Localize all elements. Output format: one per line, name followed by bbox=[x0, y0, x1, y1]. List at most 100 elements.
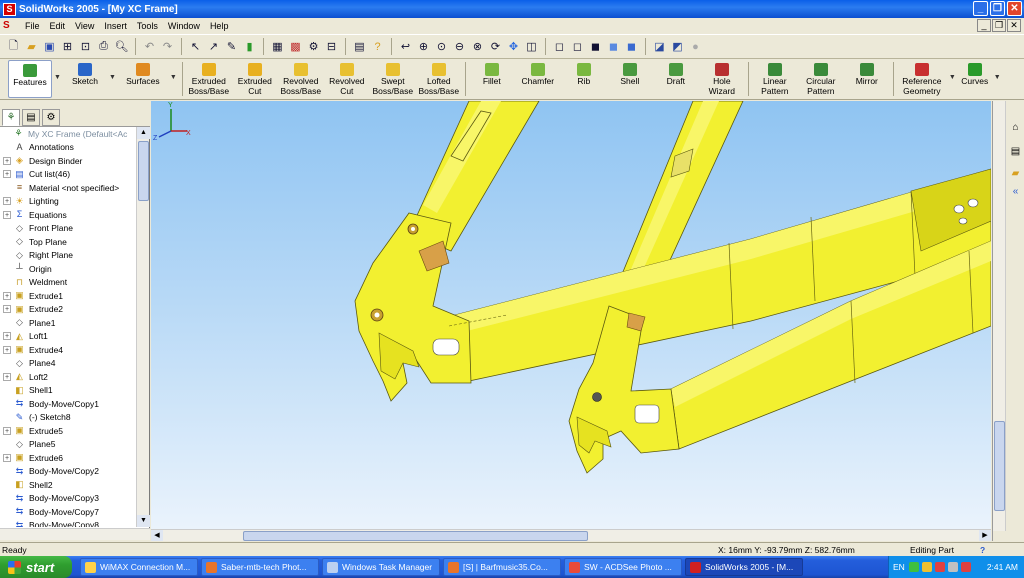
language-indicator[interactable]: EN bbox=[893, 562, 905, 572]
dropdown-arrow-icon[interactable]: ▼ bbox=[54, 60, 61, 81]
home-icon[interactable]: ⌂ bbox=[1008, 121, 1023, 135]
zoom-to-fit-icon[interactable]: ⊕ bbox=[416, 39, 431, 54]
save-icon[interactable]: ▣ bbox=[42, 39, 57, 54]
tree-item[interactable]: ◧ Shell2 bbox=[0, 478, 136, 492]
expand-plus-icon[interactable]: + bbox=[3, 453, 11, 462]
scroll-thumb[interactable] bbox=[138, 141, 149, 201]
scroll-up-arrow-icon[interactable]: ▲ bbox=[137, 127, 150, 139]
zoom-to-area-icon[interactable]: ⊙ bbox=[434, 39, 449, 54]
tree-item[interactable]: ◇ Plane4 bbox=[0, 357, 136, 371]
expand-plus-icon[interactable]: + bbox=[3, 332, 11, 341]
menu-edit[interactable]: Edit bbox=[45, 21, 71, 31]
expand-plus-icon[interactable]: + bbox=[3, 291, 11, 300]
command-extruded-boss-button[interactable]: Extruded Boss/Base bbox=[186, 60, 232, 98]
doc-restore-button[interactable]: ❐ bbox=[992, 19, 1006, 32]
start-button[interactable]: start bbox=[0, 556, 72, 578]
perspective-icon[interactable]: ◩ bbox=[670, 39, 685, 54]
expand-plus-icon[interactable]: + bbox=[3, 197, 11, 206]
select-arrow-icon[interactable]: ↖ bbox=[188, 39, 203, 54]
tree-item[interactable]: + ☀ Lighting bbox=[0, 195, 136, 209]
tree-item[interactable]: ⇆ Body-Move/Copy7 bbox=[0, 505, 136, 519]
graphics-area[interactable]: Y X Z bbox=[151, 101, 991, 529]
tree-item[interactable]: ◇ Plane5 bbox=[0, 438, 136, 452]
menu-insert[interactable]: Insert bbox=[99, 21, 132, 31]
tree-item[interactable]: ⊓ Weldment bbox=[0, 276, 136, 290]
dropdown-arrow-icon[interactable]: ▼ bbox=[170, 60, 177, 81]
rebuild-icon[interactable]: ▩ bbox=[288, 39, 303, 54]
options-icon[interactable]: ⚙ bbox=[306, 39, 321, 54]
taskbar-button[interactable]: WiMAX Connection M... bbox=[80, 558, 198, 576]
viewport-horizontal-scrollbar[interactable]: ◀ ▶ bbox=[151, 529, 991, 541]
command-draft-button[interactable]: Draft bbox=[653, 60, 699, 98]
taskbar-button[interactable]: SolidWorks 2005 - [M... bbox=[685, 558, 803, 576]
expand-plus-icon[interactable]: + bbox=[3, 170, 11, 179]
wireframe-icon[interactable]: ◻ bbox=[552, 39, 567, 54]
undo-icon[interactable]: ↶ bbox=[142, 39, 157, 54]
tree-item[interactable]: + ▤ Cut list(46) bbox=[0, 168, 136, 182]
command-linear-pattern-button[interactable]: Linear Pattern bbox=[752, 60, 798, 98]
volume-icon[interactable] bbox=[921, 562, 932, 572]
scroll-left-arrow-icon[interactable]: ◀ bbox=[151, 530, 163, 541]
redo-icon[interactable]: ↷ bbox=[160, 39, 175, 54]
command-surfaces-button[interactable]: Surfaces bbox=[118, 60, 168, 98]
feature-manager-tab[interactable]: ⚘ bbox=[2, 109, 20, 126]
make-assembly-icon[interactable]: ⊡ bbox=[78, 39, 93, 54]
tree-item[interactable]: + ◈ Design Binder bbox=[0, 154, 136, 168]
taskbar-button[interactable]: SW - ACDSee Photo ... bbox=[564, 558, 682, 576]
print-preview-icon[interactable]: 🔍︎ bbox=[114, 39, 129, 54]
expand-plus-icon[interactable]: + bbox=[3, 372, 11, 381]
tree-item[interactable]: + Σ Equations bbox=[0, 208, 136, 222]
tree-item[interactable]: A Annotations bbox=[0, 141, 136, 155]
minimize-button[interactable]: _ bbox=[973, 1, 988, 16]
tree-item[interactable]: + ◭ Loft1 bbox=[0, 330, 136, 344]
view-orientation-icon[interactable]: ◫ bbox=[524, 39, 539, 54]
tree-item[interactable]: ◇ Front Plane bbox=[0, 222, 136, 236]
menu-file[interactable]: File bbox=[20, 21, 45, 31]
tree-item[interactable]: ✎ (-) Sketch8 bbox=[0, 411, 136, 425]
command-shell-button[interactable]: Shell bbox=[607, 60, 653, 98]
menu-help[interactable]: Help bbox=[205, 21, 234, 31]
restore-button[interactable]: ❐ bbox=[990, 1, 1005, 16]
toolbox-icon[interactable]: ⊟ bbox=[324, 39, 339, 54]
scroll-thumb[interactable] bbox=[243, 531, 588, 541]
display-pane-icon[interactable]: ▤ bbox=[352, 39, 367, 54]
tree-item[interactable]: ◇ Right Plane bbox=[0, 249, 136, 263]
command-extruded-cut-button[interactable]: Extruded Cut bbox=[232, 60, 278, 98]
tree-item[interactable]: ⇆ Body-Move/Copy8 bbox=[0, 519, 136, 527]
configuration-manager-tab[interactable]: ⚙ bbox=[42, 109, 60, 126]
expand-plus-icon[interactable]: + bbox=[3, 156, 11, 165]
tray-app-icon[interactable] bbox=[947, 562, 958, 572]
help-icon[interactable]: ? bbox=[370, 39, 385, 54]
property-manager-tab[interactable]: ▤ bbox=[22, 109, 40, 126]
print-icon[interactable]: ⎙ bbox=[96, 39, 111, 54]
command-revolved-cut-button[interactable]: Revolved Cut bbox=[324, 60, 370, 98]
select-other-icon[interactable]: ↗ bbox=[206, 39, 221, 54]
tree-item[interactable]: ◧ Shell1 bbox=[0, 384, 136, 398]
doc-minimize-button[interactable]: _ bbox=[977, 19, 991, 32]
antivirus-icon[interactable] bbox=[934, 562, 945, 572]
tree-item[interactable]: ┴ Origin bbox=[0, 262, 136, 276]
tree-item[interactable]: ⚘ My XC Frame (Default<Ac bbox=[0, 127, 136, 141]
pan-icon[interactable]: ✥ bbox=[506, 39, 521, 54]
close-button[interactable]: ✕ bbox=[1007, 1, 1022, 16]
expand-plus-icon[interactable]: + bbox=[3, 345, 11, 354]
command-chamfer-button[interactable]: Chamfer bbox=[515, 60, 561, 98]
shaded-with-edges-icon[interactable]: ◼ bbox=[606, 39, 621, 54]
open-folder-icon[interactable]: ▰ bbox=[24, 39, 39, 54]
tree-item[interactable]: ⇆ Body-Move/Copy2 bbox=[0, 465, 136, 479]
command-reference-geometry-button[interactable]: Reference Geometry bbox=[897, 60, 947, 98]
tree-item[interactable]: + ▣ Extrude5 bbox=[0, 424, 136, 438]
expand-plus-icon[interactable]: + bbox=[3, 426, 11, 435]
command-swept-boss-button[interactable]: Swept Boss/Base bbox=[370, 60, 416, 98]
status-help-icon[interactable]: ? bbox=[980, 545, 985, 555]
tree-item[interactable]: + ◭ Loft2 bbox=[0, 370, 136, 384]
tree-item[interactable]: ≡ Material <not specified> bbox=[0, 181, 136, 195]
tree-item[interactable]: + ▣ Extrude1 bbox=[0, 289, 136, 303]
shaded-icon[interactable]: ◼ bbox=[624, 39, 639, 54]
shadows-icon[interactable]: ◪ bbox=[652, 39, 667, 54]
command-mirror-button[interactable]: Mirror bbox=[844, 60, 890, 98]
command-features-button[interactable]: Features bbox=[8, 60, 52, 98]
command-circular-pattern-button[interactable]: Circular Pattern bbox=[798, 60, 844, 98]
taskbar-button[interactable]: [S] | Barfmusic35.Co... bbox=[443, 558, 561, 576]
expand-task-pane-icon[interactable]: « bbox=[1008, 185, 1023, 199]
